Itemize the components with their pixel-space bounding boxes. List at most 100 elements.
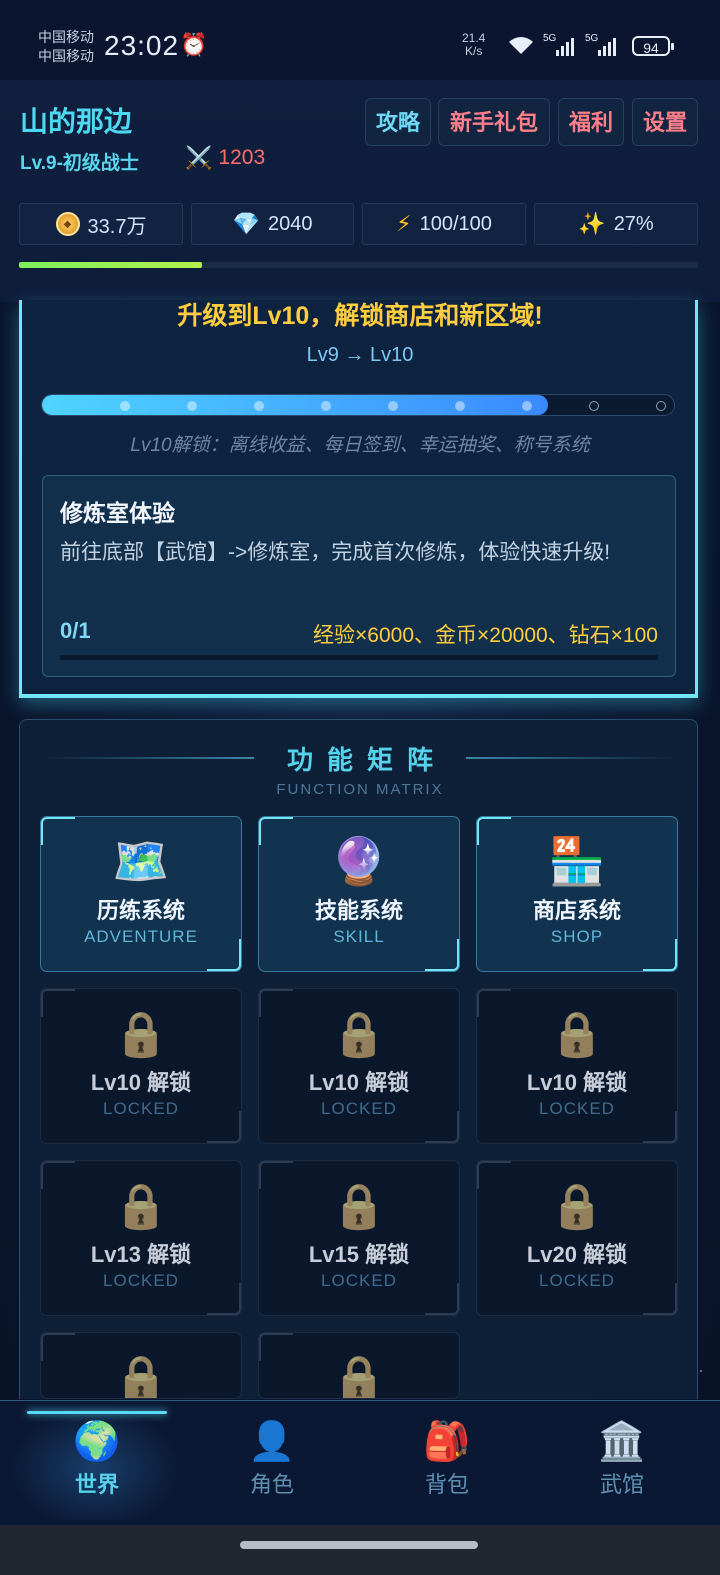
card-label: Lv10 解锁 — [526, 1070, 628, 1095]
milestone-dot — [254, 401, 264, 411]
gold-resource[interactable]: ◆ 33.7万 — [19, 203, 183, 245]
player-name: 山的那边 — [20, 106, 133, 137]
locked-feature-card[interactable]: 🔒 Lv10 解锁 LOCKED — [258, 988, 460, 1144]
task-title: 修炼室体验 — [60, 500, 175, 526]
exp-progress-bar — [19, 262, 698, 268]
gold-value: 33.7万 — [87, 215, 147, 238]
milestone-dot — [589, 401, 599, 411]
bonus-resource[interactable]: ✨ 27% — [534, 203, 698, 245]
wifi-icon — [506, 34, 536, 62]
nav-tab-world[interactable]: 🌍 世界 — [7, 1400, 187, 1525]
battery-level: 94 — [643, 40, 659, 56]
store-icon: 🏪 — [548, 835, 606, 887]
locked-feature-card[interactable]: 🔒 Lv10 解锁 LOCKED — [40, 988, 242, 1144]
milestone-dot — [455, 401, 465, 411]
lock-icon: 🔒 — [331, 1182, 387, 1231]
card-english-label: LOCKED — [321, 1099, 397, 1118]
backpack-icon: 🎒 — [423, 1421, 471, 1463]
status-bar: 中国移动 中国移动 23:02 ⏰ 21.4 K/s 5G 5G 94 — [0, 0, 720, 80]
coin-icon: ◆ — [55, 212, 80, 236]
card-icon-wrap: 🔒 — [259, 1179, 459, 1233]
card-icon-wrap: 🔒 — [41, 1351, 241, 1399]
energy-resource[interactable]: ⚡ 100/100 — [362, 203, 526, 245]
bonus-value: 27% — [613, 212, 654, 235]
milestone-dot — [656, 401, 666, 411]
locked-feature-card[interactable]: 🔒 Lv13 解锁 LOCKED — [40, 1160, 242, 1316]
lightning-icon: ⚡ — [396, 211, 412, 236]
globe-icon: 🌍 — [73, 1421, 121, 1463]
signal-bars-2-icon — [598, 38, 616, 56]
task-reward: 经验×6000、金币×20000、钻石×100 — [313, 624, 658, 647]
sparkles-icon: ✨ — [578, 211, 606, 236]
milestone-dot — [187, 401, 197, 411]
locked-feature-card[interactable]: 🔒 — [40, 1332, 242, 1399]
lock-icon: 🔒 — [549, 1182, 605, 1231]
feature-card[interactable]: 🗺️ 历练系统 ADVENTURE — [40, 816, 242, 972]
card-english-label: LOCKED — [539, 1271, 615, 1290]
diamond-icon: 💎 — [232, 211, 260, 236]
task-progress-bar — [60, 655, 658, 660]
card-label: 历练系统 — [96, 898, 185, 923]
locked-feature-card[interactable]: 🔒 Lv20 解锁 LOCKED — [476, 1160, 678, 1316]
quest-level-change: Lv9 → Lv10 — [306, 344, 414, 366]
settings-button[interactable]: 设置 — [632, 98, 698, 146]
card-label: Lv13 解锁 — [90, 1242, 192, 1267]
nav-tab-bag[interactable]: 🎒 背包 — [357, 1400, 537, 1525]
card-english-label: LOCKED — [103, 1099, 179, 1118]
task-description: 前往底部【武馆】->修炼室，完成首次修炼，体验快速升级! — [60, 541, 611, 564]
lock-icon: 🔒 — [113, 1354, 169, 1399]
card-english-label: LOCKED — [539, 1099, 615, 1118]
quest-progress-fill — [42, 395, 548, 415]
card-label: 商店系统 — [532, 898, 621, 923]
alarm-icon: ⏰ — [180, 32, 208, 57]
locked-feature-card[interactable]: 🔒 — [258, 1332, 460, 1399]
card-icon-wrap: 🔒 — [41, 1007, 241, 1061]
card-icon-wrap: 🗺️ — [41, 835, 241, 887]
combat-power-value: 1203 — [218, 146, 266, 169]
card-label: Lv10 解锁 — [308, 1070, 410, 1095]
locked-feature-card[interactable]: 🔒 Lv15 解锁 LOCKED — [258, 1160, 460, 1316]
milestone-dot — [388, 401, 398, 411]
feature-card[interactable]: 🏪 商店系统 SHOP — [476, 816, 678, 972]
locked-feature-card[interactable]: 🔒 Lv10 解锁 LOCKED — [476, 988, 678, 1144]
card-icon-wrap: 🔒 — [259, 1007, 459, 1061]
lock-icon: 🔒 — [113, 1010, 169, 1059]
net-speed: 21.4 K/s — [462, 32, 485, 58]
task-progress: 0/1 — [60, 618, 91, 643]
home-indicator[interactable] — [240, 1541, 478, 1549]
card-label: 技能系统 — [314, 898, 403, 923]
lock-icon: 🔒 — [113, 1182, 169, 1231]
unlock-note: Lv10解锁：离线收益、每日签到、幸运抽奖、称号系统 — [130, 435, 590, 456]
feature-card[interactable]: 🔮 技能系统 SKILL — [258, 816, 460, 972]
card-english-label: SHOP — [550, 927, 604, 946]
system-navigation-bar — [0, 1525, 720, 1575]
welfare-button[interactable]: 福利 — [558, 98, 624, 146]
card-english-label: ADVENTURE — [84, 927, 198, 946]
milestone-dot — [522, 401, 532, 411]
matrix-subtitle: FUNCTION MATRIX — [276, 781, 444, 798]
card-icon-wrap: 🔒 — [477, 1179, 677, 1233]
diamond-resource[interactable]: 💎 2040 — [191, 203, 354, 245]
nav-tab-label: 角色 — [249, 1472, 294, 1497]
diamond-value: 2040 — [267, 212, 313, 235]
combat-power: ⚔️ 1203 — [185, 145, 265, 171]
carrier-2: 中国移动 — [38, 48, 94, 64]
nav-tab-label: 武馆 — [599, 1472, 644, 1497]
lock-icon: 🔒 — [549, 1010, 605, 1059]
nav-tab-label: 背包 — [424, 1472, 469, 1497]
signal-1-label: 5G — [543, 33, 557, 44]
nav-tab-role[interactable]: 👤 角色 — [182, 1400, 362, 1525]
lock-icon: 🔒 — [331, 1354, 387, 1399]
map-icon: 🗺️ — [112, 835, 170, 887]
newbie-gift-button[interactable]: 新手礼包 — [438, 98, 550, 146]
signal-bars-1-icon — [556, 38, 574, 56]
card-icon-wrap: 🔒 — [477, 1007, 677, 1061]
crystal-ball-icon: 🔮 — [330, 835, 388, 887]
energy-value: 100/100 — [419, 212, 492, 235]
card-label: Lv10 解锁 — [90, 1070, 192, 1095]
nav-tab-dojo[interactable]: 🏛️ 武馆 — [532, 1400, 712, 1525]
status-time: 23:02 — [104, 30, 180, 61]
guide-button[interactable]: 攻略 — [365, 98, 431, 146]
quest-headline: 升级到Lv10，解锁商店和新区域! — [177, 302, 543, 330]
swords-icon: ⚔️ — [185, 145, 213, 170]
